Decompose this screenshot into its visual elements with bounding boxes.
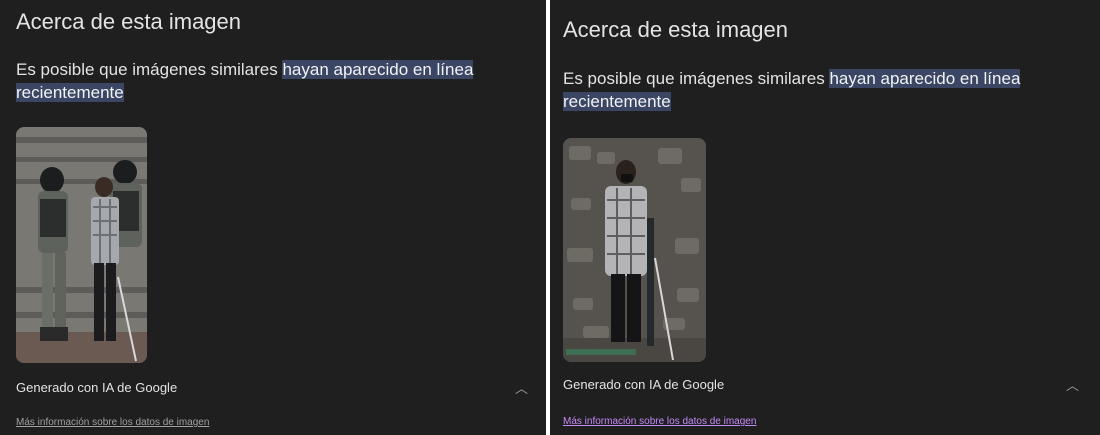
panel-description: Es posible que imágenes similares hayan … bbox=[563, 67, 1073, 113]
left-panel: Acerca de esta imagen Es posible que imá… bbox=[0, 0, 546, 435]
panel-title: Acerca de esta imagen bbox=[16, 9, 242, 34]
description-highlight-2: recientemente bbox=[563, 92, 671, 111]
description-text: Es posible que imágenes similares bbox=[16, 60, 283, 79]
description-text: Es posible que imágenes similares bbox=[563, 69, 830, 88]
result-image[interactable] bbox=[16, 127, 147, 363]
result-image[interactable] bbox=[563, 138, 706, 362]
more-info-link[interactable]: Más información sobre los datos de image… bbox=[16, 417, 209, 428]
chevron-up-icon[interactable]: ︿ bbox=[1066, 375, 1079, 394]
chevron-up-icon[interactable]: ︿ bbox=[515, 378, 528, 397]
panel-title: Acerca de esta imagen bbox=[563, 17, 789, 42]
description-highlight: hayan aparecido en línea bbox=[829, 69, 1021, 88]
generated-label: Generado con IA de Google bbox=[563, 377, 725, 392]
description-highlight: hayan aparecido en línea bbox=[282, 60, 474, 79]
description-highlight-2: recientemente bbox=[16, 83, 124, 102]
more-info-link[interactable]: Más información sobre los datos de image… bbox=[563, 416, 756, 427]
right-panel: Acerca de esta imagen Es posible que imá… bbox=[550, 0, 1100, 435]
panel-description: Es posible que imágenes similares hayan … bbox=[16, 58, 516, 104]
generated-label: Generado con IA de Google bbox=[16, 380, 178, 395]
